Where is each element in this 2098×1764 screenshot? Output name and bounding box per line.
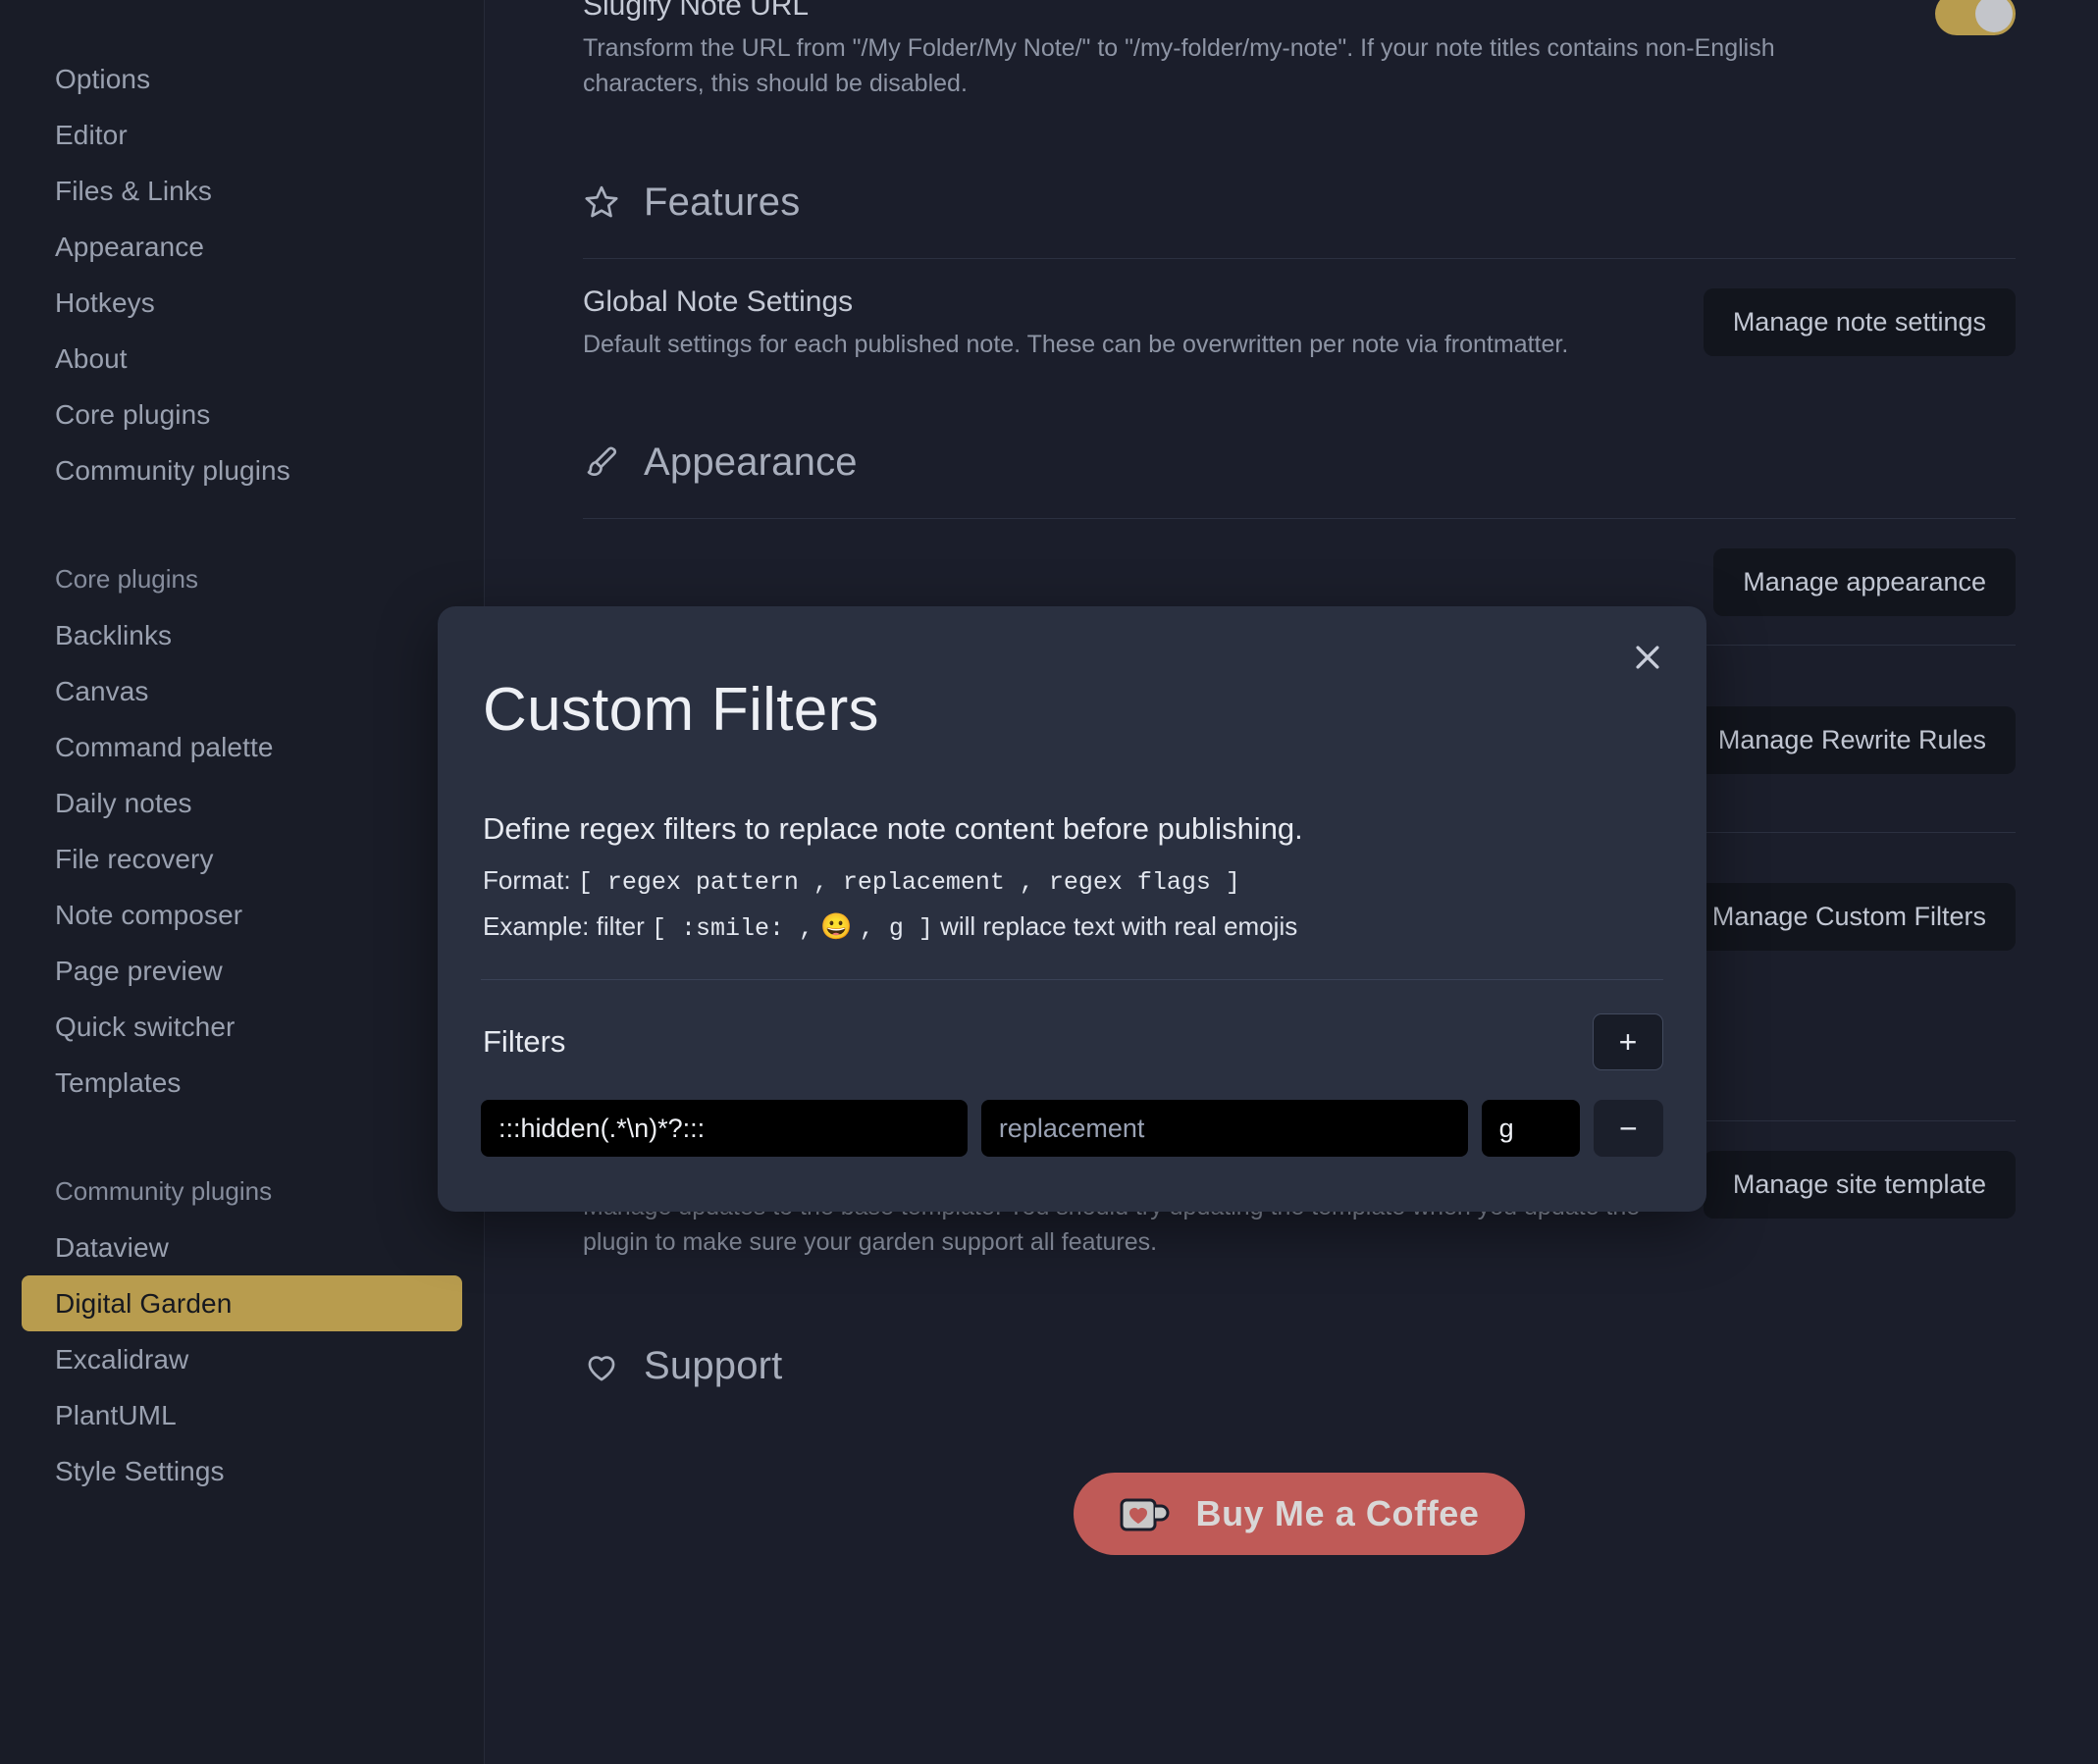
manage-note-settings-button[interactable]: Manage note settings [1703,287,2016,356]
manage-custom-filters-button[interactable]: Manage Custom Filters [1682,883,2016,952]
slugify-control [1935,0,2016,40]
filter-rows: − [481,1100,1663,1157]
modal-format-line: Format: [ regex pattern , replacement , … [483,862,1663,900]
brush-icon [583,443,620,481]
sidebar-item-plantuml[interactable]: PlantUML [22,1387,462,1443]
sidebar-item-excalidraw[interactable]: Excalidraw [22,1331,462,1387]
appearance-row-control: Manage appearance [1713,543,2016,616]
example-code-b: , g ] [859,914,933,943]
filter-pattern-input[interactable] [481,1100,968,1157]
sidebar-item-note-composer[interactable]: Note composer [22,887,462,943]
sidebar-item-options[interactable]: Options [22,51,462,107]
sidebar-item-core-plugins[interactable]: Core plugins [22,387,462,442]
global-note-settings-description: Default settings for each published note… [583,330,1569,358]
smile-emoji-icon: 😀 [820,911,853,941]
sidebar-item-files-links[interactable]: Files & Links [22,163,462,219]
filter-flags-input[interactable] [1481,1100,1580,1157]
toggle-knob [1975,0,2013,32]
slugify-description: Transform the URL from "/My Folder/My No… [583,34,1775,98]
close-icon[interactable] [1624,634,1671,681]
modal-title: Custom Filters [483,676,879,744]
format-prefix: Format: [483,865,571,895]
sidebar-item-about[interactable]: About [22,331,462,387]
sidebar-item-dataview[interactable]: Dataview [22,1219,462,1275]
star-icon [583,183,620,221]
section-header-support: Support [583,1344,2016,1388]
custom-filters-control: Manage Custom Filters [1682,877,2016,952]
example-prefix: Example: filter [483,911,645,941]
settings-sidebar: Options Editor Files & Links Appearance Hotk… [0,0,485,1764]
sidebar-item-digital-garden[interactable]: Digital Garden [22,1275,462,1331]
modal-lead-text: Define regex filters to replace note con… [483,811,1303,846]
site-template-control: Manage site template [1703,1145,2016,1219]
sidebar-nav: Options Editor Files & Links Appearance Hotk… [0,51,484,1499]
slugify-toggle[interactable] [1935,0,2016,35]
sidebar-item-page-preview[interactable]: Page preview [22,943,462,999]
manage-rewrite-rules-button[interactable]: Manage Rewrite Rules [1688,706,2016,775]
sidebar-item-templates[interactable]: Templates [22,1055,462,1111]
sidebar-item-community-plugins[interactable]: Community plugins [22,442,462,498]
setting-row-slugify: Slugify Note URL Transform the URL from … [583,0,2016,128]
filters-label: Filters [483,1024,566,1059]
format-code: [ regex pattern , replacement , regex fl… [577,868,1240,897]
buy-me-a-coffee-button[interactable]: Buy Me a Coffee [1074,1473,1525,1556]
global-note-settings-title: Global Note Settings [583,285,854,318]
slugify-title: Slugify Note URL [583,0,810,22]
sidebar-heading-community-plugins: Community plugins [55,1176,273,1206]
modal-divider [481,979,1663,980]
section-title-support: Support [644,1344,783,1388]
filter-row: − [481,1100,1663,1157]
sidebar-item-hotkeys[interactable]: Hotkeys [22,275,462,331]
global-note-settings-text: Global Note Settings Default settings fo… [583,283,1568,362]
settings-window: Options Editor Files & Links Appearance Hotk… [0,0,2098,1764]
filters-bar: Filters + [481,1013,1663,1070]
setting-row-global-note-settings: Global Note Settings Default settings fo… [583,259,2016,388]
manage-site-template-button[interactable]: Manage site template [1703,1150,2016,1219]
sidebar-item-style-settings[interactable]: Style Settings [22,1443,462,1499]
example-suffix: will replace text with real emojis [940,911,1298,941]
heart-icon [583,1348,620,1385]
section-title-appearance: Appearance [644,440,858,484]
global-note-settings-control: Manage note settings [1703,283,2016,356]
sidebar-item-canvas[interactable]: Canvas [22,663,462,719]
coffee-button-wrap: Buy Me a Coffee [583,1422,2016,1556]
section-header-features: Features [583,181,2016,225]
section-header-appearance: Appearance [583,441,2016,485]
sidebar-item-file-recovery[interactable]: File recovery [22,831,462,887]
custom-filters-modal: Custom Filters Define regex filters to r… [438,606,1706,1212]
rewrite-rules-control: Manage Rewrite Rules [1688,700,2016,775]
sidebar-heading-core-plugins: Core plugins [55,564,198,594]
sidebar-item-backlinks[interactable]: Backlinks [22,607,462,663]
filter-replacement-input[interactable] [980,1100,1468,1157]
sidebar-item-command-palette[interactable]: Command palette [22,719,462,775]
section-title-features: Features [644,180,801,224]
example-code-a: [ :smile: , [651,914,813,943]
remove-filter-button[interactable]: − [1593,1100,1663,1157]
modal-example-line: Example: filter [ :smile: , 😀 , g ] will… [483,908,1663,946]
coffee-button-label: Buy Me a Coffee [1195,1493,1480,1534]
sidebar-item-editor[interactable]: Editor [22,107,462,163]
coffee-cup-icon [1119,1492,1174,1535]
sidebar-item-quick-switcher[interactable]: Quick switcher [22,999,462,1055]
manage-appearance-button[interactable]: Manage appearance [1713,547,2016,616]
add-filter-button[interactable]: + [1593,1013,1663,1070]
sidebar-item-daily-notes[interactable]: Daily notes [22,775,462,831]
sidebar-item-appearance[interactable]: Appearance [22,219,462,275]
slugify-text: Slugify Note URL Transform the URL from … [583,0,1839,102]
